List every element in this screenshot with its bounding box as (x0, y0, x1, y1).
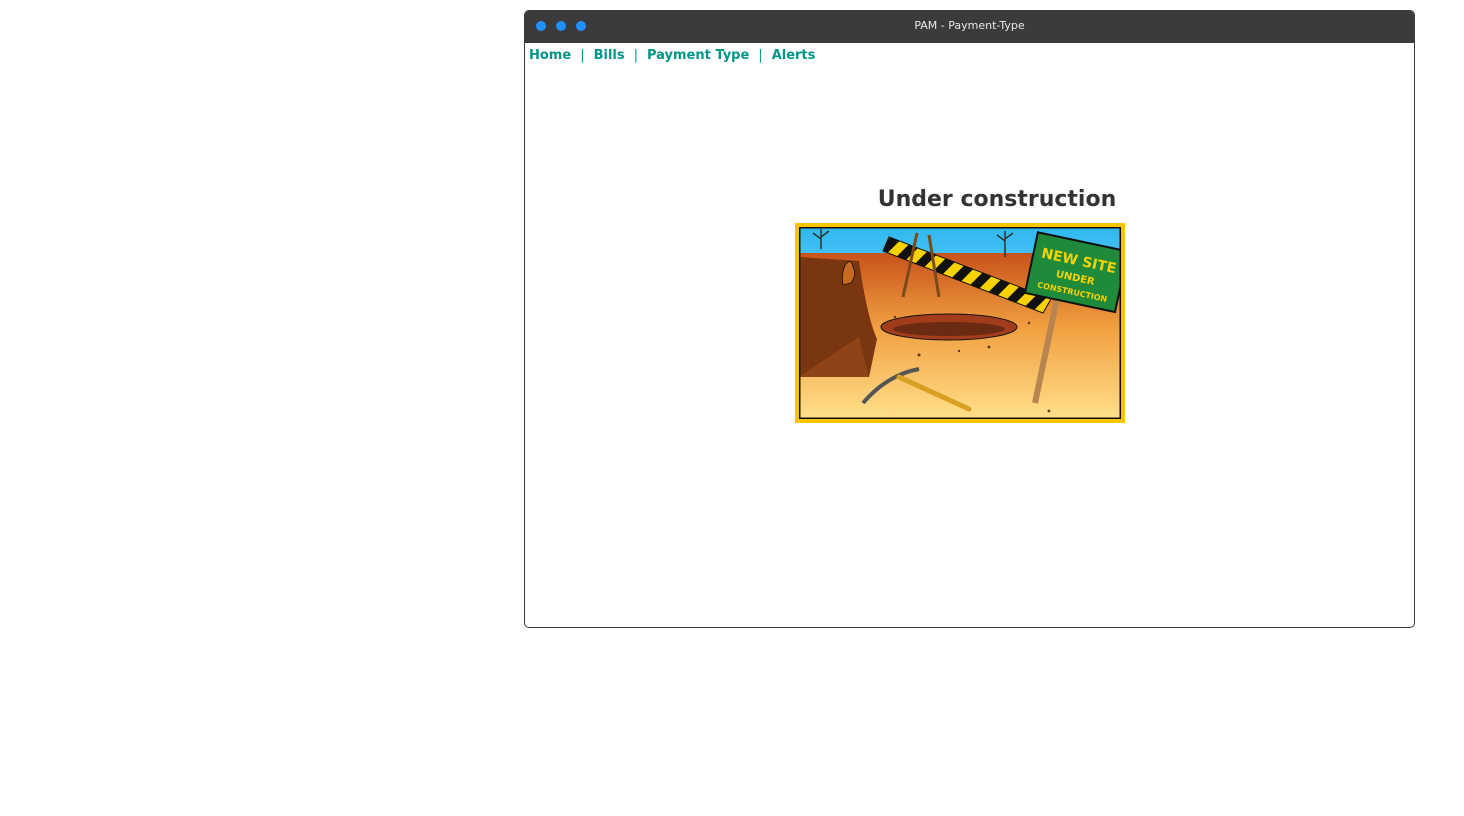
nav-link-payment-type[interactable]: Payment Type (647, 48, 749, 63)
browser-window: PAM - Payment-Type Home | Bills | Payment Ty… (524, 10, 1415, 628)
title-bar: PAM - Payment-Type (525, 11, 1414, 43)
nav-link-alerts[interactable]: Alerts (772, 48, 816, 63)
nav-link-home[interactable]: Home (529, 48, 571, 63)
nav-separator: | (580, 48, 585, 63)
page-heading: Under construction (877, 187, 1117, 212)
nav-separator: | (633, 48, 638, 63)
nav-separator: | (758, 48, 763, 63)
nav-link-bills[interactable]: Bills (594, 48, 625, 63)
construction-scene-image: NEW SITE UNDER CONSTRUCTION (797, 225, 1130, 421)
top-nav: Home | Bills | Payment Type | Alerts (529, 48, 815, 63)
window-title: PAM - Payment-Type (914, 19, 1025, 32)
under-construction-illustration: NEW SITE UNDER CONSTRUCTION (795, 223, 1130, 423)
